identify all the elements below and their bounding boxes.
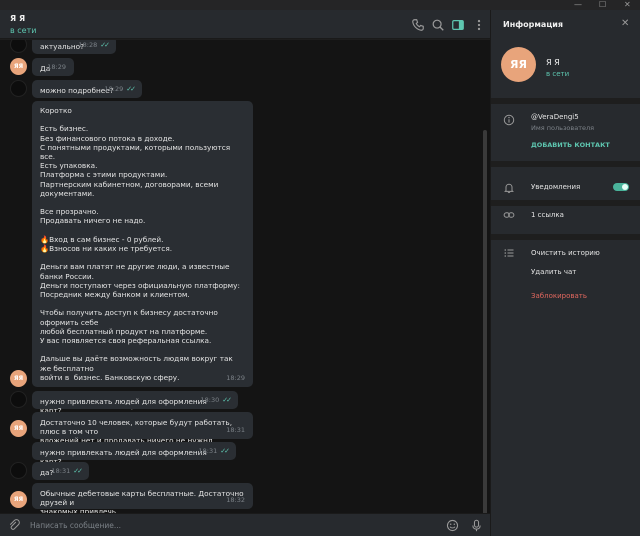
- message-time: 18:30: [200, 395, 220, 404]
- message-time: 18:29: [226, 373, 245, 382]
- read-ticks-icon: ✓✓: [100, 40, 110, 49]
- message-time: 18:29: [47, 62, 66, 71]
- divider: [491, 234, 640, 240]
- read-ticks-icon: ✓✓: [220, 446, 230, 455]
- window-close-icon[interactable]: ✕: [624, 1, 631, 9]
- emoji-icon[interactable]: [446, 519, 459, 532]
- microphone-icon[interactable]: [470, 519, 483, 532]
- avatar[interactable]: ЯЯ: [10, 491, 27, 508]
- username[interactable]: @VeraDengi5: [531, 113, 579, 121]
- info-icon: [503, 114, 515, 126]
- message-time: 18:32: [226, 495, 245, 504]
- chat-header[interactable]: Я Я в сети: [0, 10, 490, 39]
- message-meta: 18:31: [226, 426, 245, 435]
- message-meta: 18:31 ✓✓: [198, 446, 230, 456]
- info-panel: Информация ✕ ЯЯ Я Я в сети @VeraDengi5 И…: [490, 10, 640, 536]
- divider: [491, 98, 640, 104]
- composer: [0, 513, 490, 536]
- read-ticks-icon: ✓✓: [73, 466, 83, 475]
- profile-status: в сети: [546, 70, 570, 78]
- avatar[interactable]: [10, 80, 27, 97]
- message-bubble[interactable]: нужно привлекать людей для оформления ка…: [32, 442, 236, 466]
- delete-chat-button[interactable]: Удалить чат: [531, 268, 576, 276]
- message-time: 18:31: [51, 466, 71, 475]
- message-bubble[interactable]: нужно привлекать людей для оформления ка…: [32, 391, 238, 415]
- close-icon[interactable]: ✕: [621, 18, 629, 29]
- add-contact-button[interactable]: ДОБАВИТЬ КОНТАКТ: [531, 141, 610, 149]
- toggle-knob: [622, 184, 628, 190]
- message-time: 18:28: [78, 40, 98, 49]
- phone-icon[interactable]: [411, 18, 425, 32]
- profile-name: Я Я: [546, 58, 560, 67]
- message-list[interactable]: актуально? 18:28 ✓✓ ЯЯ Да 18:29 можно под…: [0, 40, 490, 513]
- shared-links[interactable]: 1 ссылка: [531, 211, 564, 219]
- message-meta: 18:30 ✓✓: [200, 395, 232, 405]
- avatar[interactable]: ЯЯ: [10, 370, 27, 387]
- message-bubble[interactable]: Коротко Есть бизнес. Без финансового пот…: [32, 101, 253, 437]
- scrollbar[interactable]: [483, 130, 487, 513]
- chat-status: в сети: [10, 26, 37, 35]
- message-time: 18:31: [226, 425, 245, 434]
- notifications-label: Уведомления: [531, 183, 581, 191]
- message-bubble[interactable]: Да 18:29: [32, 58, 74, 76]
- divider: [491, 200, 640, 206]
- message-bubble[interactable]: Достаточно 10 человек, которые будут раб…: [32, 412, 253, 445]
- message-bubble[interactable]: да? 18:31 ✓✓: [32, 462, 89, 480]
- list-icon: [503, 247, 515, 259]
- info-title: Информация: [503, 20, 563, 29]
- more-vertical-icon[interactable]: [472, 18, 486, 32]
- message-meta: 18:28 ✓✓: [78, 40, 110, 50]
- message-text: Обычные дебетовые карты бесплатные. Дост…: [40, 489, 244, 513]
- message-bubble[interactable]: актуально? 18:28 ✓✓: [32, 40, 116, 54]
- message-meta: 18:29: [226, 374, 245, 383]
- avatar[interactable]: [10, 40, 27, 53]
- message-time: 18:29: [104, 84, 124, 93]
- avatar[interactable]: ЯЯ: [10, 420, 27, 437]
- avatar[interactable]: ЯЯ: [10, 58, 27, 75]
- message-meta: 18:29 ✓✓: [104, 84, 136, 94]
- message-meta: 18:31 ✓✓: [51, 466, 83, 476]
- maximize-icon[interactable]: ☐: [599, 1, 606, 9]
- bell-icon: [503, 182, 515, 194]
- read-ticks-icon: ✓✓: [126, 84, 136, 93]
- search-icon[interactable]: [431, 18, 445, 32]
- sidebar-toggle-icon[interactable]: [451, 18, 465, 32]
- message-bubble[interactable]: можно подробнее? 18:29 ✓✓: [32, 80, 142, 98]
- read-ticks-icon: ✓✓: [222, 395, 232, 404]
- divider: [491, 161, 640, 167]
- avatar[interactable]: [10, 462, 27, 479]
- username-label: Имя пользователя: [531, 124, 595, 132]
- clear-history-button[interactable]: Очистить историю: [531, 249, 600, 257]
- link-icon: [503, 209, 515, 221]
- avatar[interactable]: [10, 391, 27, 408]
- window-titlebar: — ☐ ✕: [0, 0, 640, 10]
- message-input[interactable]: [30, 518, 410, 533]
- block-button[interactable]: Заблокировать: [531, 292, 587, 300]
- message-bubble[interactable]: Обычные дебетовые карты бесплатные. Дост…: [32, 483, 253, 513]
- profile-avatar[interactable]: ЯЯ: [501, 47, 536, 82]
- message-time: 18:31: [198, 446, 218, 455]
- minimize-icon[interactable]: —: [574, 1, 582, 9]
- paperclip-icon[interactable]: [8, 519, 20, 531]
- notifications-toggle[interactable]: [613, 183, 629, 191]
- message-meta: 18:29: [47, 63, 66, 72]
- chat-title: Я Я: [10, 14, 26, 23]
- message-text: Коротко Есть бизнес. Без финансового пот…: [40, 106, 240, 437]
- message-meta: 18:32: [226, 496, 245, 505]
